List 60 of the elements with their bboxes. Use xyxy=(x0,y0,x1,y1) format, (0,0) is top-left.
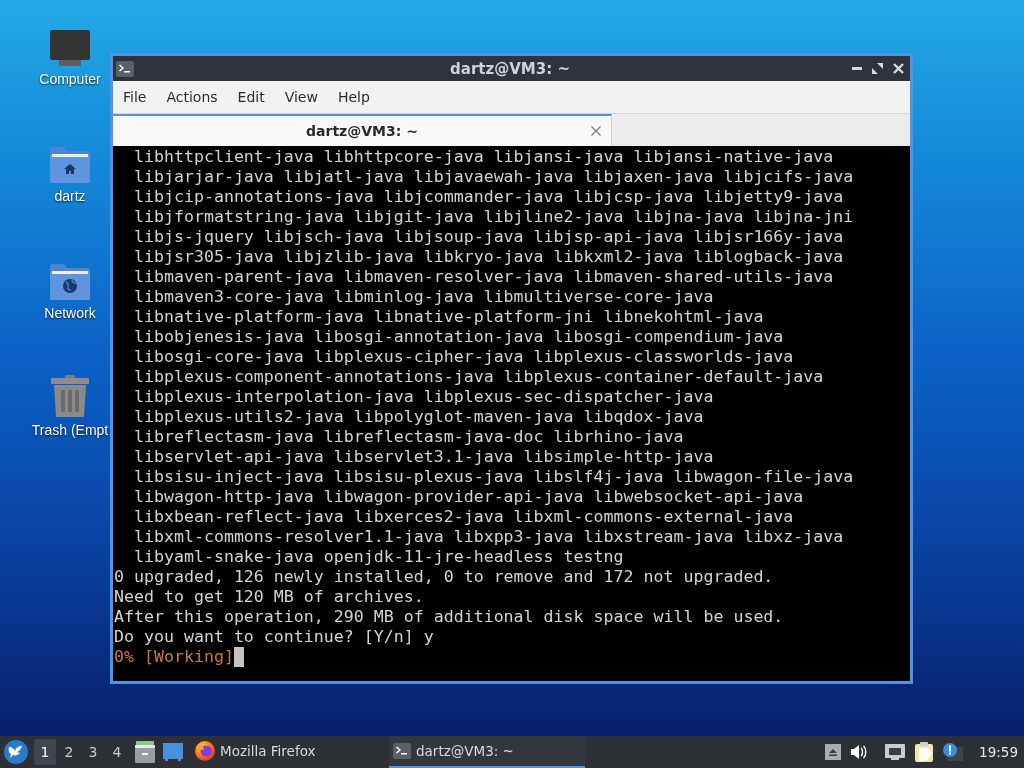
terminal-icon xyxy=(393,743,411,759)
workspace-button[interactable]: 1 xyxy=(34,739,56,765)
eject-icon[interactable] xyxy=(825,744,842,760)
terminal-line: libsisu-inject-java libsisu-plexus-java libslf4j-java libwagon-file-java xyxy=(132,467,855,487)
monitor-icon[interactable] xyxy=(50,30,90,66)
task-button[interactable]: Mozilla Firefox xyxy=(191,736,385,768)
terminal-line: libyaml-snake-java openjdk-11-jre-headless testng xyxy=(132,547,625,567)
workspace-button[interactable]: 4 xyxy=(106,739,128,765)
terminal-line: libjformatstring-java libjgit-java libjline2-java libjna-java libjna-jni xyxy=(132,207,855,227)
clipboard-icon[interactable] xyxy=(915,742,934,762)
terminal-line: libosgi-core-java libplexus-cipher-java libplexus-classworlds-java xyxy=(132,347,795,367)
terminal-line: libjarjar-java libjatl-java libjavaewah-java libjaxen-java libjcifs-java xyxy=(132,167,855,187)
clock[interactable]: 19:59 xyxy=(979,744,1020,760)
desktop-icon-label[interactable]: Network xyxy=(44,304,96,322)
terminal-line: libwagon-http-java libwagon-provider-api-java libwebsocket-api-java xyxy=(132,487,805,507)
notification-icon[interactable] xyxy=(943,743,964,761)
window-title: dartz@VM3: ~ xyxy=(450,59,570,78)
desktop-icon-label[interactable]: Trash (Empt xyxy=(31,421,109,439)
terminal-line: libplexus-utils2-java libpolyglot-maven-java libqdox-java xyxy=(132,407,705,427)
progress-status: 0% [Working] xyxy=(114,647,234,667)
terminal-line: libxbean-reflect-java libxerces2-java libxml-commons-external-java xyxy=(132,507,795,527)
terminal-line: libplexus-interpolation-java libplexus-sec-dispatcher-java xyxy=(132,387,715,407)
terminal-line: libxml-commons-resolver1.1-java libxpp3-java libxstream-java libxz-java xyxy=(132,527,845,547)
volume-icon[interactable] xyxy=(851,745,868,759)
terminal-line: libmaven-parent-java libmaven-resolver-java libmaven-shared-utils-java xyxy=(132,267,835,287)
terminal-line: libmaven3-core-java libminlog-java libmultiverse-core-java xyxy=(132,287,715,307)
workspace-button[interactable]: 2 xyxy=(58,739,80,765)
menu-item[interactable]: Actions xyxy=(156,85,228,109)
menu-item[interactable]: File xyxy=(113,85,157,109)
terminal-line: libjs-jquery libjsch-java libjsoup-java libjsp-api-java libjsr166y-java xyxy=(132,227,845,247)
terminal-line: libplexus-component-annotations-java libplexus-container-default-java xyxy=(132,367,825,387)
file-cabinet-icon[interactable] xyxy=(135,741,155,763)
terminal-line: libhttpclient-java libhttpcore-java libjansi-java libjansi-native-java xyxy=(132,147,835,167)
app-menu-icon[interactable] xyxy=(4,740,28,764)
terminal-line: 0 upgraded, 126 newly installed, 0 to remove and 172 not upgraded. xyxy=(114,567,775,587)
menu-item[interactable]: Help xyxy=(327,85,380,109)
terminal-line: libservlet-api-java libservlet3.1-java libsimple-http-java xyxy=(132,447,715,467)
terminal-line: After this operation, 290 MB of additional disk space will be used. xyxy=(114,607,785,627)
terminal-line: libnative-platform-java libnative-platform-jni libnekohtml-java xyxy=(132,307,765,327)
network-folder-icon[interactable] xyxy=(50,264,90,300)
terminal-line: Do you want to continue? [Y/n] y xyxy=(114,627,435,647)
terminal-line: libjsr305-java libjzlib-java libkryo-java libkxml2-java liblogback-java xyxy=(132,247,845,267)
text-cursor xyxy=(233,647,244,667)
terminal-icon xyxy=(116,60,134,77)
desktop-icon-label[interactable]: dartz xyxy=(54,187,86,205)
terminal-tab[interactable]: dartz@VM3: ~ xyxy=(113,114,612,146)
menu-item[interactable]: View xyxy=(274,85,328,109)
terminal-line: Need to get 120 MB of archives. xyxy=(114,587,425,607)
maximize-icon[interactable] xyxy=(872,63,883,74)
desktop-icon[interactable] xyxy=(163,743,183,761)
terminal-line: libobjenesis-java libosgi-annotation-java libosgi-compendium-java xyxy=(132,327,785,347)
home-folder-icon[interactable] xyxy=(50,147,90,183)
wired-network-icon[interactable] xyxy=(885,744,906,760)
browser-icon xyxy=(195,741,215,761)
workspace-button[interactable]: 3 xyxy=(82,739,104,765)
terminal-line: libreflectasm-java libreflectasm-java-doc librhino-java xyxy=(132,427,685,447)
terminal-line: libjcip-annotations-java libjcommander-java libjcsp-java libjetty9-java xyxy=(132,187,845,207)
task-button[interactable]: dartz@VM3: ~ xyxy=(389,736,585,768)
close-icon[interactable] xyxy=(591,126,601,136)
menu-item[interactable]: Edit xyxy=(227,85,275,109)
